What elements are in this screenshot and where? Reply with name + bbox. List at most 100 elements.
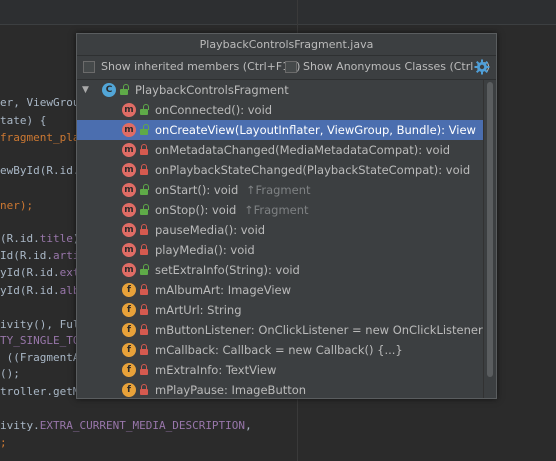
public-lock-icon [140, 264, 149, 275]
code-token: ewById(R.id.p [0, 164, 87, 177]
field-icon: f [122, 363, 136, 377]
public-lock-icon [140, 124, 149, 135]
member-signature: onPlaybackStateChanged(PlaybackStateComp… [155, 160, 470, 180]
field-icon: f [122, 323, 136, 337]
member-name: pauseMedia(): void [155, 223, 266, 237]
field-icon: f [122, 283, 136, 297]
member-signature: mAlbumArt: ImageView [155, 280, 291, 300]
code-token: ivity. [0, 419, 40, 432]
member-name: mButtonListener: OnClickListener = new O… [155, 323, 483, 337]
code-line: ivity.EXTRA_CURRENT_MEDIA_DESCRIPTION, [0, 419, 252, 433]
code-token: fragment_play [0, 131, 87, 144]
tree-field-item[interactable]: f mCallback: Callback = new Callback() {.… [77, 340, 483, 360]
show-inherited-label: Show inherited members (Ctrl+F12) [101, 60, 301, 73]
tree-method-item[interactable]: m pauseMedia(): void [77, 220, 483, 240]
code-line: fragment_play [0, 131, 86, 145]
field-icon: f [122, 383, 136, 397]
member-signature: mExtraInfo: TextView [155, 360, 276, 380]
tree-scrollbar[interactable] [483, 80, 496, 398]
private-lock-icon [140, 384, 148, 395]
member-signature: pauseMedia(): void [155, 220, 265, 240]
class-icon: C [102, 83, 116, 97]
expand-arrow-icon[interactable]: ▼ [82, 80, 89, 100]
tree-method-item[interactable]: m onMetadataChanged(MediaMetadataCompat):… [77, 140, 483, 160]
member-name: mArtUrl: String [155, 303, 242, 317]
show-inherited-checkbox[interactable] [83, 60, 95, 73]
code-line: (R.id.title); [0, 232, 86, 246]
private-lock-icon [140, 244, 148, 255]
code-line: tate) { [0, 114, 46, 128]
tree-class-node[interactable]: ▼ C PlaybackControlsFragment [77, 80, 483, 100]
method-icon: m [122, 263, 136, 277]
private-lock-icon [140, 364, 148, 375]
code-token: ner); [0, 199, 34, 212]
member-signature: playMedia(): void [155, 240, 255, 260]
show-anonymous-label: Show Anonymous Classes (Ctrl+I) [303, 60, 491, 73]
code-token: tate) { [0, 114, 47, 127]
show-inherited-option[interactable]: Show inherited members (Ctrl+F12) [83, 60, 300, 73]
method-icon: m [122, 123, 136, 137]
inherited-from-label: ↑Fragment [242, 183, 311, 197]
member-name: mExtraInfo: TextView [155, 363, 277, 377]
member-signature: mCallback: Callback = new Callback() {..… [155, 340, 403, 360]
code-token: Id(R.id. [0, 249, 53, 262]
public-lock-icon [120, 84, 129, 95]
code-line: er, ViewGroup [0, 96, 86, 110]
code-line: yId(R.id.albu [0, 284, 86, 298]
member-name: onStop(): void [155, 203, 237, 217]
code-line: ewById(R.id.p [0, 164, 86, 178]
code-line: ((FragmentAc [0, 351, 86, 365]
method-icon: m [122, 103, 136, 117]
code-token: title [39, 232, 73, 245]
class-name: PlaybackControlsFragment [135, 83, 289, 97]
tree-method-item[interactable]: m playMedia(): void [77, 240, 483, 260]
tree-method-item[interactable]: m onPlaybackStateChanged(PlaybackStateCom… [77, 160, 483, 180]
member-signature: onStop(): void ↑Fragment [155, 200, 309, 220]
gear-icon[interactable] [474, 59, 490, 75]
code-token: ((FragmentAc [0, 351, 87, 364]
member-name: mAlbumArt: ImageView [155, 283, 291, 297]
scrollbar-thumb[interactable] [487, 82, 493, 377]
tree-field-item[interactable]: f mAlbumArt: ImageView [77, 280, 483, 300]
editor-tab-strip [0, 0, 556, 25]
member-signature: setExtraInfo(String): void [155, 260, 300, 280]
file-structure-popup[interactable]: PlaybackControlsFragment.java Show inher… [76, 33, 497, 399]
member-name: onCreateView(LayoutInflater, ViewGroup, … [155, 123, 476, 137]
tree-method-item[interactable]: m onConnected(): void [77, 100, 483, 120]
private-lock-icon [140, 324, 148, 335]
code-token: EXTRA_CURRENT_MEDIA_DESCRIPTION [39, 419, 246, 432]
member-signature: onConnected(): void [155, 100, 272, 120]
member-name: mPlayPause: ImageButton [155, 383, 307, 397]
tree-method-item[interactable]: m setExtraInfo(String): void [77, 260, 483, 280]
public-lock-icon [140, 104, 149, 115]
code-line: troller.getMe [0, 385, 86, 399]
tree-field-item[interactable]: f mButtonListener: OnClickListener = new … [77, 320, 483, 340]
method-icon: m [122, 183, 136, 197]
code-token: er, ViewGroup [0, 96, 87, 109]
code-token: yId(R.id. [0, 266, 60, 279]
show-anonymous-option[interactable]: Show Anonymous Classes (Ctrl+I) [285, 60, 490, 73]
tree-method-item[interactable]: m onCreateView(LayoutInflater, ViewGroup,… [77, 120, 483, 140]
member-name: onConnected(): void [155, 103, 273, 117]
code-line: ; [0, 436, 7, 450]
field-icon: f [122, 343, 136, 357]
member-signature: onStart(): void ↑Fragment [155, 180, 311, 200]
member-name: playMedia(): void [155, 243, 255, 257]
member-signature: mPlayPause: ImageButton [155, 380, 306, 398]
code-token: ; [0, 436, 7, 449]
tree-method-item[interactable]: m onStop(): void ↑Fragment [77, 200, 483, 220]
private-lock-icon [140, 344, 148, 355]
tree-field-item[interactable]: f mArtUrl: String [77, 300, 483, 320]
tree-field-item[interactable]: f mExtraInfo: TextView [77, 360, 483, 380]
private-lock-icon [140, 164, 148, 175]
structure-tree[interactable]: ▼ C PlaybackControlsFragment m onConnecte… [77, 80, 483, 398]
field-icon: f [122, 303, 136, 317]
code-line: Id(R.id.artis [0, 249, 86, 263]
method-icon: m [122, 243, 136, 257]
tree-method-item[interactable]: m onStart(): void ↑Fragment [77, 180, 483, 200]
show-anonymous-checkbox[interactable] [285, 60, 297, 73]
code-line: (); [0, 367, 20, 381]
private-lock-icon [140, 284, 148, 295]
inherited-from-label: ↑Fragment [240, 203, 309, 217]
tree-field-item[interactable]: f mPlayPause: ImageButton [77, 380, 483, 398]
